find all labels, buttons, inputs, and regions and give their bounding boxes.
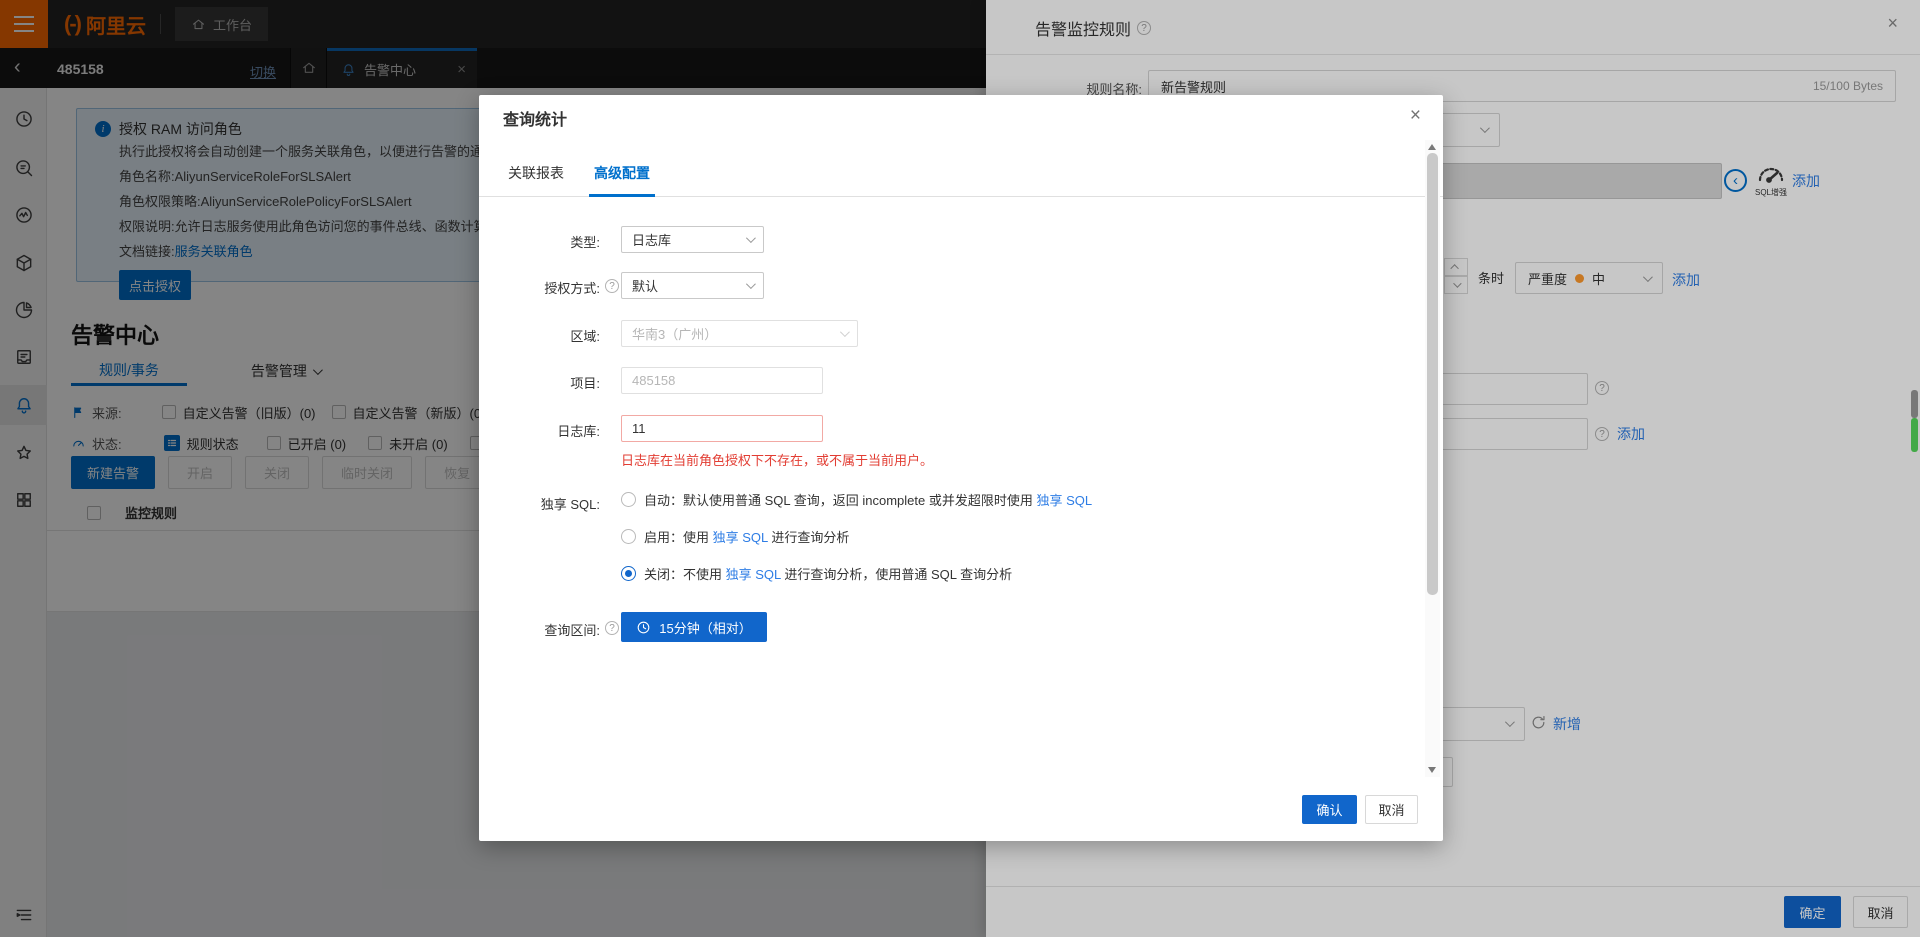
chevron-down-icon bbox=[746, 279, 756, 289]
radio-close-post: 进行查询分析，使用普通 SQL 查询分析 bbox=[781, 567, 1012, 582]
project-input-disabled: 485158 bbox=[621, 367, 823, 394]
radio-auto-text: 自动：默认使用普通 SQL 查询，返回 incomplete 或并发超限时使用 … bbox=[644, 490, 1092, 509]
auth-mode-value: 默认 bbox=[632, 276, 658, 295]
logstore-error-message: 日志库在当前角色授权下不存在，或不属于当前用户。 bbox=[621, 450, 933, 469]
query-range-button[interactable]: 15分钟（相对） bbox=[621, 612, 767, 642]
auth-mode-select[interactable]: 默认 bbox=[621, 272, 764, 299]
tab-report-label: 关联报表 bbox=[508, 163, 564, 183]
radio-option-close[interactable]: 关闭：不使用 独享 SQL 进行查询分析，使用普通 SQL 查询分析 bbox=[621, 564, 1012, 583]
chevron-down-icon bbox=[840, 327, 850, 337]
logstore-input[interactable]: 11 bbox=[621, 415, 823, 442]
type-value: 日志库 bbox=[632, 230, 671, 249]
modal-scrollbar[interactable] bbox=[1425, 140, 1440, 777]
dedicated-sql-link[interactable]: 独享 SQL bbox=[713, 530, 768, 545]
query-statistics-modal: 查询统计 × 关联报表 高级配置 类型: 日志库 授权方式: ? 默认 区域: … bbox=[479, 95, 1443, 841]
radio-icon[interactable] bbox=[621, 529, 636, 544]
query-range-value: 15分钟（相对） bbox=[659, 618, 751, 637]
scrollbar-thumb[interactable] bbox=[1427, 153, 1438, 595]
scroll-down-arrow-icon[interactable] bbox=[1428, 767, 1436, 773]
radio-icon[interactable] bbox=[621, 492, 636, 507]
radio-close-text: 关闭：不使用 独享 SQL 进行查询分析，使用普通 SQL 查询分析 bbox=[644, 564, 1012, 583]
help-icon[interactable]: ? bbox=[605, 279, 619, 293]
radio-enable-pre: 启用：使用 bbox=[644, 530, 713, 545]
type-select[interactable]: 日志库 bbox=[621, 226, 764, 253]
region-select-disabled: 华南3（广州） bbox=[621, 320, 858, 347]
dedicated-sql-link[interactable]: 独享 SQL bbox=[1036, 493, 1092, 508]
chevron-down-icon bbox=[746, 233, 756, 243]
project-value: 485158 bbox=[632, 373, 675, 388]
type-label: 类型: bbox=[479, 232, 600, 251]
scroll-up-arrow-icon[interactable] bbox=[1428, 144, 1436, 150]
region-value: 华南3（广州） bbox=[632, 324, 717, 343]
clock-icon bbox=[636, 620, 651, 635]
logstore-label: 日志库: bbox=[479, 421, 600, 440]
radio-enable-post: 进行查询分析 bbox=[768, 530, 850, 545]
auth-mode-label: 授权方式: bbox=[479, 278, 600, 297]
dedicated-sql-label: 独享 SQL: bbox=[479, 494, 600, 513]
tab-advanced-config[interactable]: 高级配置 bbox=[589, 163, 655, 197]
screen: (-) 阿里云 工作台 ‹ 485158 切换 告警中心 × bbox=[0, 0, 1920, 937]
modal-tabs: 关联报表 高级配置 bbox=[479, 163, 1443, 197]
help-icon[interactable]: ? bbox=[605, 621, 619, 635]
modal-confirm-button[interactable]: 确认 bbox=[1302, 795, 1357, 824]
logstore-value: 11 bbox=[632, 421, 646, 436]
radio-selected-icon[interactable] bbox=[621, 566, 636, 581]
modal-cancel-button[interactable]: 取消 bbox=[1365, 795, 1418, 824]
dedicated-sql-link[interactable]: 独享 SQL bbox=[726, 567, 781, 582]
query-range-label: 查询区间: bbox=[479, 620, 600, 639]
radio-auto-pre: 自动：默认使用普通 SQL 查询，返回 incomplete 或并发超限时使用 bbox=[644, 493, 1036, 508]
radio-option-auto[interactable]: 自动：默认使用普通 SQL 查询，返回 incomplete 或并发超限时使用 … bbox=[621, 490, 1092, 509]
tab-related-report[interactable]: 关联报表 bbox=[508, 163, 564, 197]
region-label: 区域: bbox=[479, 326, 600, 345]
tab-advanced-label: 高级配置 bbox=[594, 163, 650, 183]
modal-title: 查询统计 bbox=[503, 106, 567, 130]
modal-close-icon[interactable]: × bbox=[1410, 105, 1421, 127]
radio-option-enable[interactable]: 启用：使用 独享 SQL 进行查询分析 bbox=[621, 527, 849, 546]
radio-enable-text: 启用：使用 独享 SQL 进行查询分析 bbox=[644, 527, 849, 546]
radio-close-pre: 关闭：不使用 bbox=[644, 567, 726, 582]
project-label: 项目: bbox=[479, 373, 600, 392]
